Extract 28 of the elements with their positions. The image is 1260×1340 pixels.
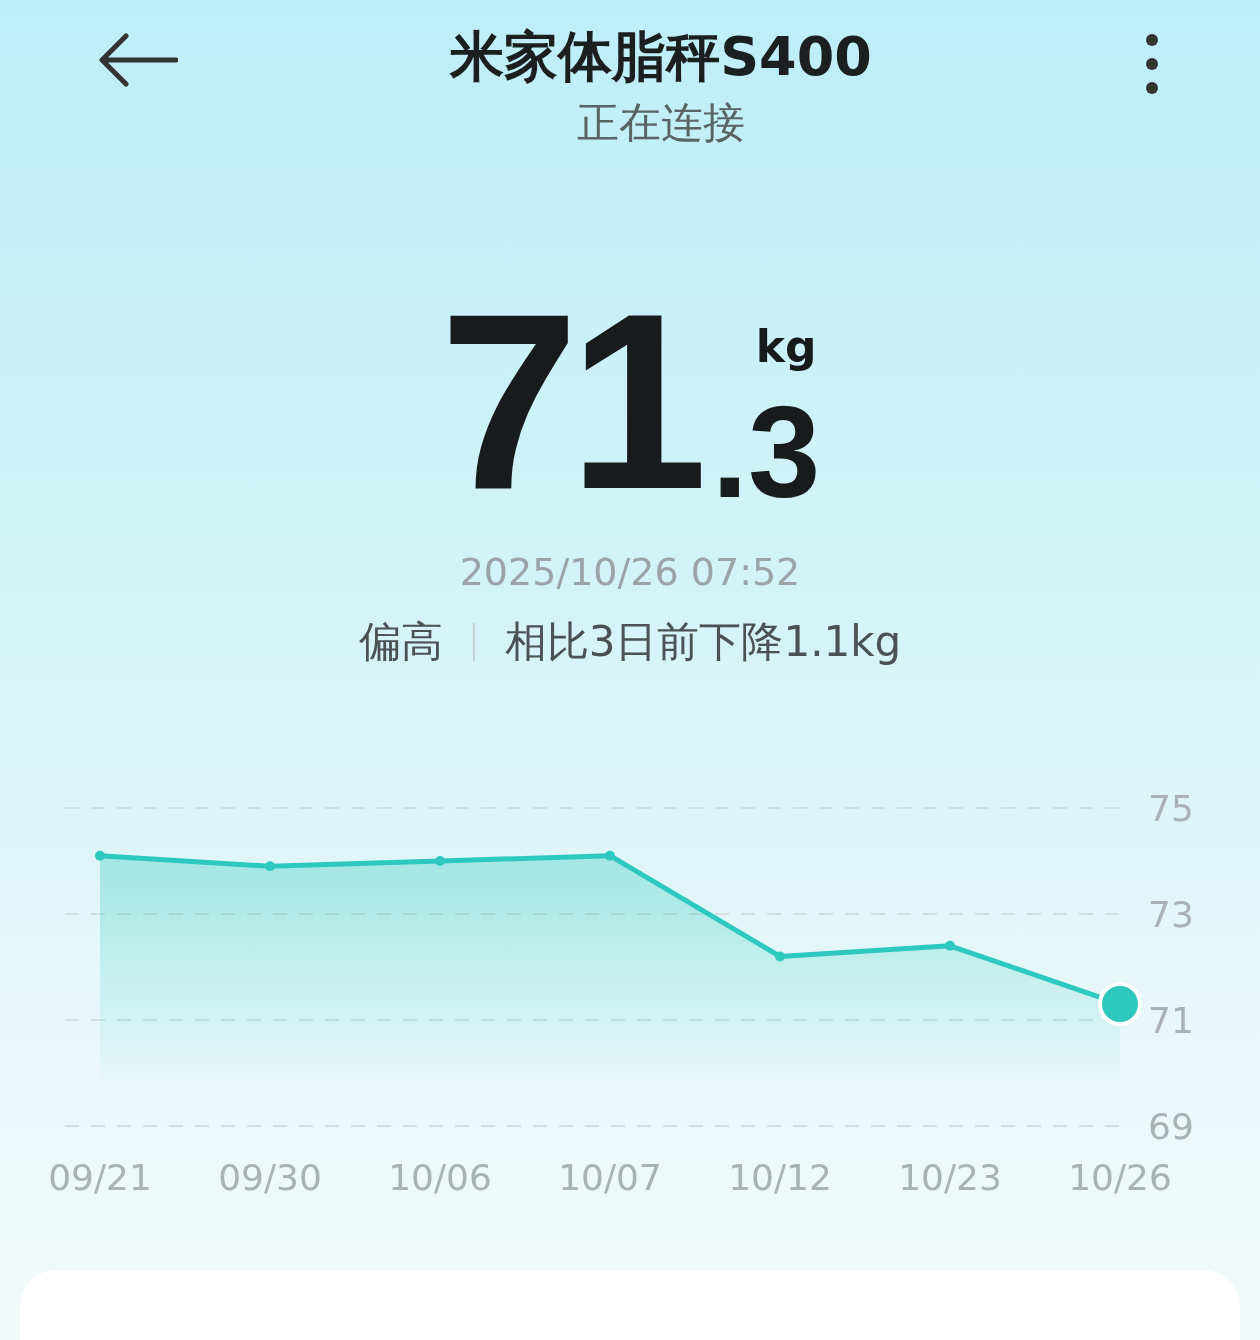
x-axis-label: 10/07 <box>558 1157 662 1198</box>
x-axis-label: 10/06 <box>388 1157 492 1198</box>
x-axis-label: 10/12 <box>728 1157 832 1198</box>
connection-status: 正在连接 <box>577 97 745 149</box>
weight-unit: kg <box>755 321 817 372</box>
x-axis-label: 09/21 <box>48 1157 152 1198</box>
y-axis-label: 71 <box>1148 1000 1194 1041</box>
y-axis-label: 75 <box>1148 788 1194 829</box>
more-menu-icon[interactable] <box>1144 32 1160 96</box>
data-point <box>265 861 275 872</box>
x-axis-label: 10/26 <box>1068 1157 1172 1198</box>
x-axis-label: 10/23 <box>898 1157 1002 1198</box>
back-arrow-icon[interactable] <box>98 32 178 88</box>
weight-level: 偏高 <box>358 616 443 668</box>
y-axis-label: 69 <box>1148 1106 1194 1147</box>
weight-change: 相比3日前下降1.1kg <box>504 616 902 668</box>
data-point <box>95 850 105 861</box>
latest-point <box>1098 982 1142 1027</box>
data-point <box>435 856 445 866</box>
data-point <box>775 951 785 962</box>
y-axis-label: 73 <box>1148 894 1194 935</box>
weight-value: 71 <box>439 302 698 502</box>
x-axis-label: 09/30 <box>218 1157 322 1198</box>
device-title: 米家体脂秤S400 <box>450 24 872 90</box>
data-point <box>605 850 615 861</box>
weight-decimal: .3 <box>711 402 821 502</box>
data-point <box>945 940 955 951</box>
measurement-time: 2025/10/26 07:52 <box>459 550 801 594</box>
